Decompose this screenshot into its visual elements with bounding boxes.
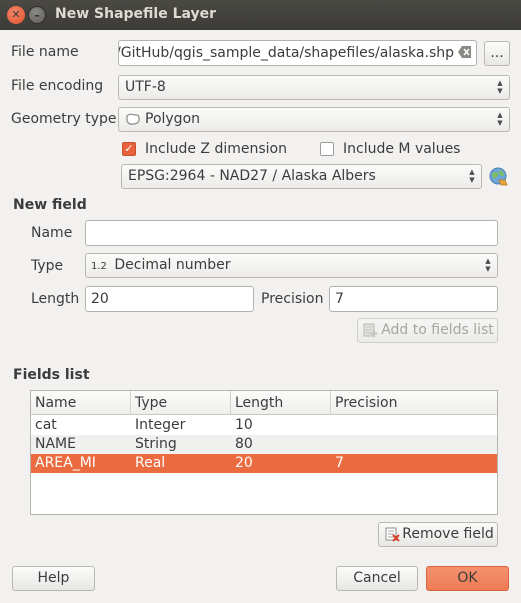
cell-length: 10 <box>235 417 253 433</box>
geometry-type-label: Geometry type <box>11 111 117 127</box>
close-icon[interactable]: ✕ <box>7 6 25 24</box>
minimize-icon[interactable]: – <box>28 6 46 24</box>
field-length-input[interactable]: 20 <box>85 286 254 312</box>
cancel-button[interactable]: Cancel <box>336 566 418 591</box>
updown-icon: ▲ ▼ <box>497 79 503 95</box>
new-field-heading: New field <box>13 197 87 213</box>
column-header-type[interactable]: Type <box>131 391 231 415</box>
include-m-checkbox[interactable] <box>320 142 334 156</box>
fields-list-heading: Fields list <box>13 367 90 383</box>
include-m-label: Include M values <box>343 141 461 157</box>
title-bar: ✕ – New Shapefile Layer <box>0 0 521 30</box>
updown-icon: ▲ ▼ <box>497 111 503 127</box>
field-precision-input[interactable]: 7 <box>329 286 498 312</box>
field-type-value: Decimal number <box>114 257 231 273</box>
field-length-label: Length <box>31 291 80 307</box>
window-title: New Shapefile Layer <box>55 6 217 22</box>
field-type-select[interactable]: 1.2 Decimal number ▲ ▼ <box>85 253 498 278</box>
include-z-checkbox[interactable]: ✓ <box>122 142 136 156</box>
cell-type: Real <box>135 455 166 471</box>
field-name-label: Name <box>31 225 73 241</box>
column-header-length[interactable]: Length <box>231 391 331 415</box>
file-name-label: File name <box>11 44 79 60</box>
file-name-value: //GitHub/qgis_sample_data/shapefiles/ala… <box>118 45 454 61</box>
add-field-icon <box>363 323 378 337</box>
remove-field-label: Remove field <box>402 526 494 542</box>
cell-name: AREA_MI <box>35 455 96 471</box>
crs-globe-icon[interactable] <box>489 167 509 187</box>
cell-precision: 7 <box>335 455 344 471</box>
updown-icon: ▲ ▼ <box>469 168 475 184</box>
file-encoding-value: UTF-8 <box>125 79 166 95</box>
file-name-input[interactable]: //GitHub/qgis_sample_data/shapefiles/ala… <box>118 40 477 66</box>
crs-select[interactable]: EPSG:2964 - NAD27 / Alaska Albers ▲ ▼ <box>121 164 482 189</box>
cell-length: 80 <box>235 436 253 452</box>
ok-button[interactable]: OK <box>426 566 509 591</box>
cell-type: Integer <box>135 417 186 433</box>
table-row[interactable]: cat Integer 10 <box>31 416 497 435</box>
field-type-label: Type <box>31 258 64 274</box>
help-button[interactable]: Help <box>12 566 95 591</box>
add-to-fields-button[interactable]: Add to fields list <box>357 318 498 343</box>
cell-type: String <box>135 436 177 452</box>
include-z-label: Include Z dimension <box>145 141 287 157</box>
file-encoding-select[interactable]: UTF-8 ▲ ▼ <box>118 75 510 100</box>
remove-field-button[interactable]: Remove field <box>378 522 498 547</box>
add-to-fields-label: Add to fields list <box>381 322 494 338</box>
cell-name: NAME <box>35 436 76 452</box>
column-header-name[interactable]: Name <box>31 391 131 415</box>
decimal-number-icon: 1.2 <box>91 261 107 272</box>
file-encoding-label: File encoding <box>11 78 104 94</box>
crs-value: EPSG:2964 - NAD27 / Alaska Albers <box>128 168 376 184</box>
field-name-input[interactable] <box>85 220 498 246</box>
remove-field-icon <box>385 527 400 542</box>
table-row[interactable]: NAME String 80 <box>31 435 497 454</box>
cell-name: cat <box>35 417 57 433</box>
table-row-selected[interactable]: AREA_MI Real 20 7 <box>31 454 497 473</box>
fields-table[interactable]: Name Type Length Precision cat Integer 1… <box>30 390 498 515</box>
table-header: Name Type Length Precision <box>31 391 497 415</box>
cell-precision <box>331 416 335 435</box>
updown-icon: ▲ ▼ <box>485 257 491 273</box>
cell-length: 20 <box>235 455 253 471</box>
column-header-precision[interactable]: Precision <box>331 391 497 415</box>
polygon-icon <box>126 113 140 125</box>
geometry-type-select[interactable]: Polygon ▲ ▼ <box>118 107 510 132</box>
browse-button[interactable]: ... <box>484 41 510 66</box>
field-precision-label: Precision <box>261 291 324 307</box>
clear-icon[interactable] <box>458 46 472 58</box>
geometry-type-value: Polygon <box>145 111 201 127</box>
cell-precision <box>331 435 335 454</box>
